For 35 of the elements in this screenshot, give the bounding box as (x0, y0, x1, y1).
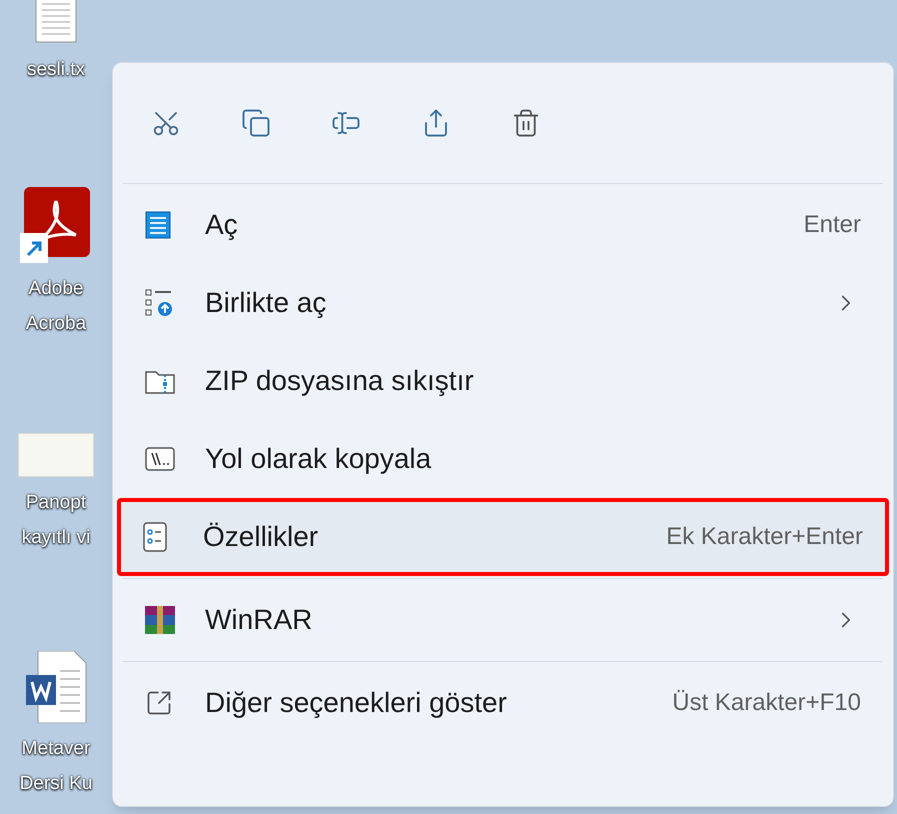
menu-item-label: WinRAR (205, 603, 312, 637)
shortcut-text: Enter (804, 210, 861, 240)
menu-item[interactable]: Aç Enter (123, 186, 883, 264)
menu-item-label: Yol olarak kopyala (205, 442, 432, 476)
desktop-icon-label: Dersi Ku (20, 772, 92, 796)
desktop-icon-label: Adobe (28, 277, 84, 301)
pdf-shortcut-icon (20, 187, 92, 263)
properties-icon (143, 522, 167, 552)
desktop-icon-label: Metaver (22, 737, 90, 761)
menu-item-label: Aç (205, 208, 238, 242)
menu-item[interactable]: ZIP dosyasına sıkıştır (123, 342, 883, 420)
archive-books-icon (145, 606, 175, 634)
shortcut-text: Ek Karakter+Enter (666, 522, 863, 552)
text-file-icon (34, 0, 78, 44)
menu-item-label: Özellikler (203, 520, 318, 554)
menu-item-label: ZIP dosyasına sıkıştır (205, 364, 474, 398)
delete-icon[interactable] (511, 108, 541, 138)
copy-icon[interactable] (241, 108, 271, 138)
desktop-icon-label: Panopt (26, 491, 86, 515)
menu-item[interactable]: Birlikte aç (123, 264, 883, 342)
expand-window-icon (145, 689, 173, 717)
menu-item-label: Birlikte aç (205, 286, 326, 320)
desktop-icon-label: kayıtlı vi (22, 526, 90, 550)
desktop-icon-label: Acroba (26, 312, 86, 336)
menu-item[interactable]: Özellikler Ek Karakter+Enter (117, 498, 889, 576)
menu-item[interactable]: Yol olarak kopyala (123, 420, 883, 498)
notepad-icon (145, 211, 171, 239)
menu-item[interactable]: WinRAR (123, 581, 883, 659)
word-document-icon (24, 651, 88, 723)
desktop-icon-label: sesli.tx (26, 58, 86, 82)
open-with-icon (145, 289, 173, 317)
shortcut-text: Üst Karakter+F10 (672, 688, 861, 718)
menu-item-label: Diğer seçenekleri göster (205, 686, 507, 720)
menu-item[interactable]: Diğer seçenekleri göster Üst Karakter+F10 (123, 664, 883, 742)
copy-path-icon (145, 447, 175, 471)
